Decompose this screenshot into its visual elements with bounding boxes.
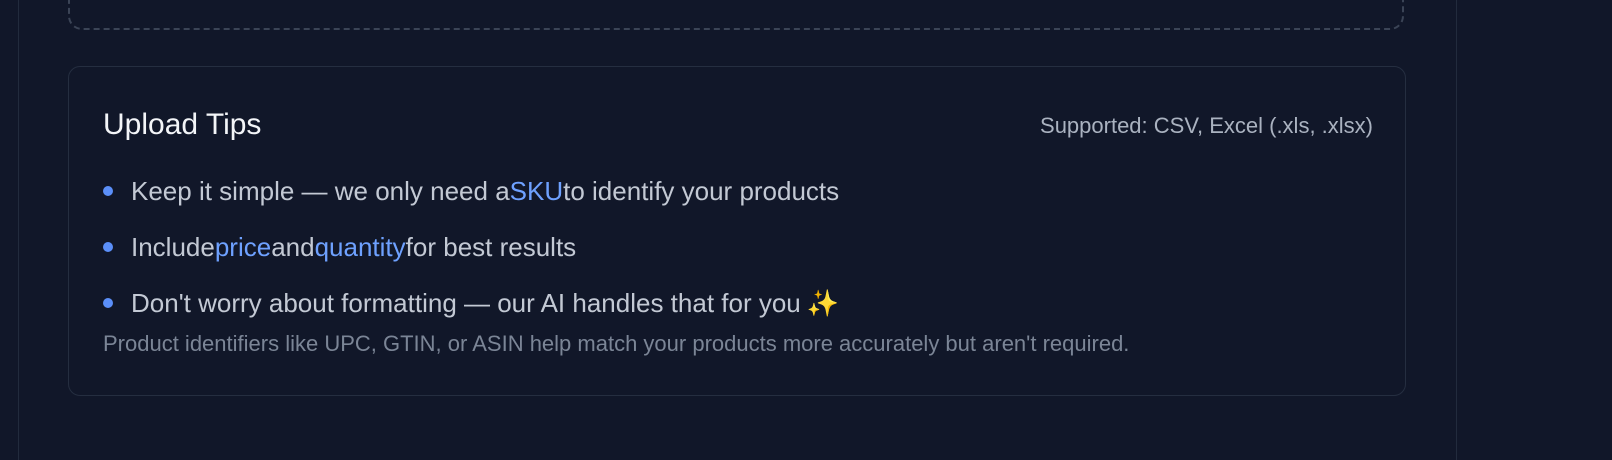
tip-text: for best results: [405, 231, 577, 262]
bullet-dot-icon: [103, 186, 113, 196]
tips-list: Keep it simple — we only need a SKU to i…: [103, 163, 839, 331]
tips-footnote: Product identifiers like UPC, GTIN, or A…: [103, 331, 1130, 356]
upload-page: Upload Tips Supported: CSV, Excel (.xls,…: [0, 0, 1612, 460]
bullet-dot-icon: [103, 298, 113, 308]
tip-text: Don't worry about formatting — our AI ha…: [131, 287, 801, 318]
upload-tips-title: Upload Tips: [103, 108, 262, 141]
tip-keyword-sku: SKU: [509, 175, 564, 206]
panel-divider-right: [1456, 0, 1457, 460]
tip-text: Keep it simple — we only need a: [131, 175, 510, 206]
tip-item: Don't worry about formatting — our AI ha…: [103, 275, 839, 331]
file-dropzone[interactable]: [68, 0, 1404, 30]
tip-text: to identify your products: [563, 175, 840, 206]
bullet-dot-icon: [103, 242, 113, 252]
tip-text: and: [271, 231, 315, 262]
tip-item: Keep it simple — we only need a SKU to i…: [103, 163, 839, 219]
tip-text: Include: [131, 231, 215, 262]
tip-item: Include price and quantity for best resu…: [103, 219, 839, 275]
supported-formats: Supported: CSV, Excel (.xls, .xlsx): [1040, 113, 1373, 138]
sparkle-icon: ✨: [806, 287, 840, 318]
panel-divider-left: [18, 0, 19, 460]
tip-keyword-price: price: [214, 231, 272, 262]
tip-keyword-quantity: quantity: [314, 231, 406, 262]
upload-tips-card: Upload Tips Supported: CSV, Excel (.xls,…: [68, 66, 1406, 396]
